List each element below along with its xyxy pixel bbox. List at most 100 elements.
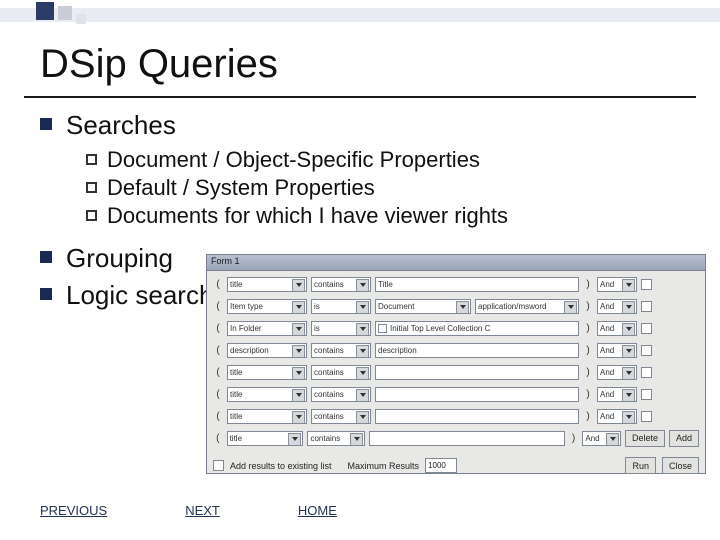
row-checkbox[interactable]: [641, 345, 652, 356]
logic-select[interactable]: And: [582, 431, 621, 446]
group-bracket-open[interactable]: (: [213, 367, 223, 378]
group-bracket-close[interactable]: ): [583, 345, 593, 356]
group-bracket-open[interactable]: (: [213, 389, 223, 400]
operator-select[interactable]: contains: [307, 431, 365, 446]
folder-checkbox[interactable]: [378, 324, 387, 333]
bullet-open-icon: [86, 182, 97, 193]
group-bracket-open[interactable]: (: [213, 323, 223, 334]
home-link[interactable]: HOME: [298, 503, 337, 518]
row-checkbox[interactable]: [641, 389, 652, 400]
bullet-label: Searches: [66, 110, 176, 141]
add-button[interactable]: Add: [669, 430, 699, 447]
previous-link[interactable]: PREVIOUS: [40, 503, 107, 518]
operator-select[interactable]: is: [311, 299, 371, 314]
group-bracket-open[interactable]: (: [213, 301, 223, 312]
criteria-grid: ( title contains Title ) And ( Item type…: [207, 271, 705, 453]
row-checkbox[interactable]: [641, 301, 652, 312]
header-strip: [0, 8, 720, 22]
criteria-row: ( title contains ) And: [213, 363, 699, 381]
row-checkbox[interactable]: [641, 323, 652, 334]
title-rule: [24, 96, 696, 98]
row-checkbox[interactable]: [641, 411, 652, 422]
value-input[interactable]: description: [375, 343, 579, 358]
logic-select[interactable]: And: [597, 277, 637, 292]
bullet-open-icon: [86, 210, 97, 221]
logic-select[interactable]: And: [597, 365, 637, 380]
field-select[interactable]: title: [227, 387, 307, 402]
logic-select[interactable]: And: [597, 299, 637, 314]
group-bracket-open[interactable]: (: [213, 345, 223, 356]
group-bracket-open[interactable]: (: [213, 433, 223, 444]
bullet-label: Logic search: [66, 280, 213, 311]
criteria-row: ( title contains ) And Delete Add: [213, 429, 699, 447]
operator-select[interactable]: contains: [311, 409, 371, 424]
group-bracket-open[interactable]: (: [213, 411, 223, 422]
add-results-checkbox[interactable]: [213, 460, 224, 471]
value-input[interactable]: [375, 409, 579, 424]
logic-select[interactable]: And: [597, 387, 637, 402]
value-text: Initial Top Level Collection C: [390, 324, 490, 333]
criteria-row: ( title contains ) And: [213, 407, 699, 425]
field-select[interactable]: description: [227, 343, 307, 358]
field-select[interactable]: title: [227, 431, 304, 446]
logic-select[interactable]: And: [597, 343, 637, 358]
operator-select[interactable]: contains: [311, 277, 371, 292]
bullet-icon: [40, 288, 52, 300]
row-checkbox[interactable]: [641, 279, 652, 290]
operator-select[interactable]: contains: [311, 387, 371, 402]
group-bracket-close[interactable]: ): [583, 323, 593, 334]
value-input[interactable]: [369, 431, 565, 446]
value-input[interactable]: [375, 387, 579, 402]
field-select[interactable]: title: [227, 277, 307, 292]
sub-bullet: Default / System Properties: [86, 175, 680, 201]
field-select[interactable]: Item type: [227, 299, 307, 314]
field-select[interactable]: title: [227, 365, 307, 380]
criteria-row: ( title contains ) And: [213, 385, 699, 403]
operator-select[interactable]: contains: [311, 365, 371, 380]
dialog-title: Form 1: [207, 255, 705, 271]
value-input[interactable]: Document: [375, 299, 471, 314]
sub-bullet-label: Document / Object-Specific Properties: [107, 147, 480, 173]
slide-title: DSip Queries: [40, 42, 278, 87]
operator-select[interactable]: contains: [311, 343, 371, 358]
header-square-grey: [58, 6, 72, 20]
logic-select[interactable]: And: [597, 321, 637, 336]
group-bracket-open[interactable]: (: [213, 279, 223, 290]
next-link[interactable]: NEXT: [185, 503, 220, 518]
sub-bullet-label: Default / System Properties: [107, 175, 375, 201]
dialog-bottom-bar: Add results to existing list Maximum Res…: [207, 453, 705, 480]
value-input[interactable]: Initial Top Level Collection C: [375, 321, 579, 336]
group-bracket-close[interactable]: ): [583, 389, 593, 400]
group-bracket-close[interactable]: ): [583, 411, 593, 422]
bullet-label: Grouping: [66, 243, 173, 274]
group-bracket-close[interactable]: ): [583, 367, 593, 378]
sub-bullet: Document / Object-Specific Properties: [86, 147, 680, 173]
max-results-label: Maximum Results: [348, 461, 420, 471]
operator-select[interactable]: is: [311, 321, 371, 336]
logic-select[interactable]: And: [597, 409, 637, 424]
sub-bullet-label: Documents for which I have viewer rights: [107, 203, 508, 229]
value-input[interactable]: Title: [375, 277, 579, 292]
max-results-input[interactable]: 1000: [425, 458, 457, 473]
criteria-row: ( description contains description ) And: [213, 341, 699, 359]
footer-nav: PREVIOUS NEXT HOME: [40, 503, 337, 518]
row-checkbox[interactable]: [641, 367, 652, 378]
add-results-label: Add results to existing list: [230, 461, 332, 471]
slide: DSip Queries Searches Document / Object-…: [0, 0, 720, 540]
criteria-row: ( title contains Title ) And: [213, 275, 699, 293]
bullet-icon: [40, 118, 52, 130]
value-extra-input[interactable]: application/msword: [475, 299, 579, 314]
bullet-logic-search: Logic search: [40, 280, 220, 311]
field-select[interactable]: In Folder: [227, 321, 307, 336]
sub-bullet: Documents for which I have viewer rights: [86, 203, 680, 229]
close-button[interactable]: Close: [662, 457, 699, 474]
delete-button[interactable]: Delete: [625, 430, 665, 447]
group-bracket-close[interactable]: ): [583, 279, 593, 290]
field-select[interactable]: title: [227, 409, 307, 424]
group-bracket-close[interactable]: ): [583, 301, 593, 312]
value-input[interactable]: [375, 365, 579, 380]
criteria-row: ( Item type is Document application/mswo…: [213, 297, 699, 315]
run-button[interactable]: Run: [625, 457, 656, 474]
sub-bullets: Document / Object-Specific Properties De…: [86, 147, 680, 229]
group-bracket-close[interactable]: ): [569, 433, 579, 444]
